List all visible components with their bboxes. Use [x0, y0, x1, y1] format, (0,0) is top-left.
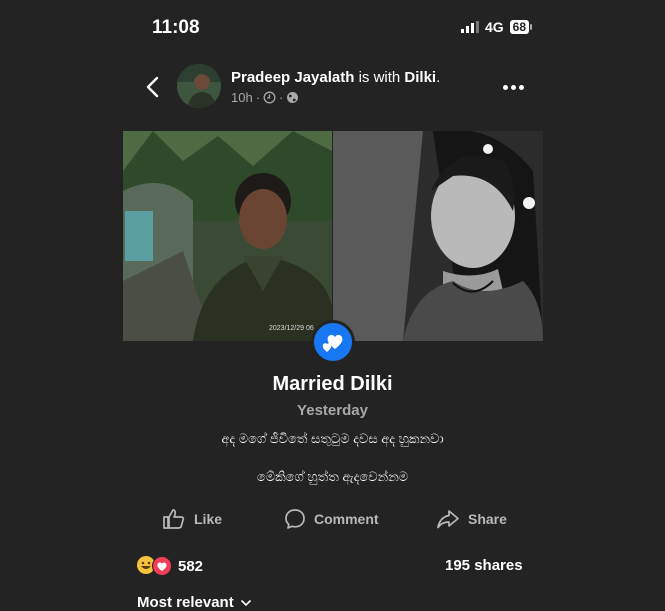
author-name-link[interactable]: Pradeep Jayalath: [231, 69, 354, 86]
with-text: is with: [354, 69, 405, 86]
life-event-heart-badge: [311, 320, 355, 364]
more-options-button[interactable]: [503, 78, 529, 96]
life-event-title: Married Dilki: [272, 373, 393, 395]
signal-icon: [460, 21, 479, 33]
chevron-down-icon: [240, 599, 251, 606]
network-label: 4G: [484, 19, 504, 35]
comment-icon: [285, 509, 305, 529]
groom-photo-image: [123, 131, 332, 341]
status-indicators: 4G 68: [460, 19, 533, 35]
period-text: .: [436, 69, 441, 86]
thumbs-up-icon: [163, 509, 185, 529]
reactions-summary[interactable]: 582: [137, 556, 203, 576]
reaction-icons: [137, 556, 172, 576]
like-button[interactable]: Like: [162, 508, 222, 530]
post-meta: 10h · ·: [231, 90, 299, 105]
meta-separator: ·: [279, 90, 284, 105]
bride-photo-image: [333, 131, 543, 341]
post-time[interactable]: 10h: [231, 90, 253, 105]
comment-sort-dropdown[interactable]: Most relevant: [137, 594, 252, 611]
dot-icon: [519, 84, 524, 90]
post-author-line: Pradeep Jayalath is with Dilki.: [231, 69, 440, 86]
meta-separator: ·: [255, 90, 261, 105]
photo-timestamp: 2023/12/29 06: [269, 325, 314, 332]
post-screen: 11:08 4G 68 Pradeep Jayalath is with Dil…: [0, 0, 665, 611]
love-heart-icon: [152, 556, 172, 576]
post-caption-line2: මේකිගේ හුත්ත ඇදවෙන්නම: [256, 469, 409, 484]
post-caption-line1: අද මගේ ජීවිතේ සතුටුම දවස අද හුකනවා: [221, 431, 444, 446]
share-arrow-icon: [437, 510, 459, 529]
tagged-name-link[interactable]: Dilki: [404, 69, 436, 86]
shares-count[interactable]: 195 shares: [445, 557, 523, 574]
share-label: Share: [468, 511, 507, 527]
comment-label: Comment: [314, 511, 379, 527]
share-button[interactable]: Share: [436, 508, 507, 530]
back-button[interactable]: [142, 74, 166, 100]
globe-icon: [287, 92, 299, 103]
reactions-count: 582: [178, 557, 204, 575]
battery-icon: 68: [509, 20, 533, 34]
author-avatar[interactable]: [177, 64, 221, 108]
dot-icon: [503, 84, 508, 90]
sort-label: Most relevant: [137, 594, 234, 611]
like-label: Like: [194, 511, 223, 527]
status-time: 11:08: [152, 17, 200, 38]
bride-photo[interactable]: [333, 131, 543, 341]
chevron-left-icon: [146, 76, 159, 98]
dot-icon: [511, 84, 516, 90]
avatar-photo: [177, 64, 221, 108]
hearts-icon: [322, 334, 343, 352]
groom-photo[interactable]: 2023/12/29 06: [123, 131, 332, 341]
life-event-date: Yesterday: [297, 402, 368, 419]
clock-icon: [263, 91, 276, 104]
comment-button[interactable]: Comment: [284, 508, 379, 530]
